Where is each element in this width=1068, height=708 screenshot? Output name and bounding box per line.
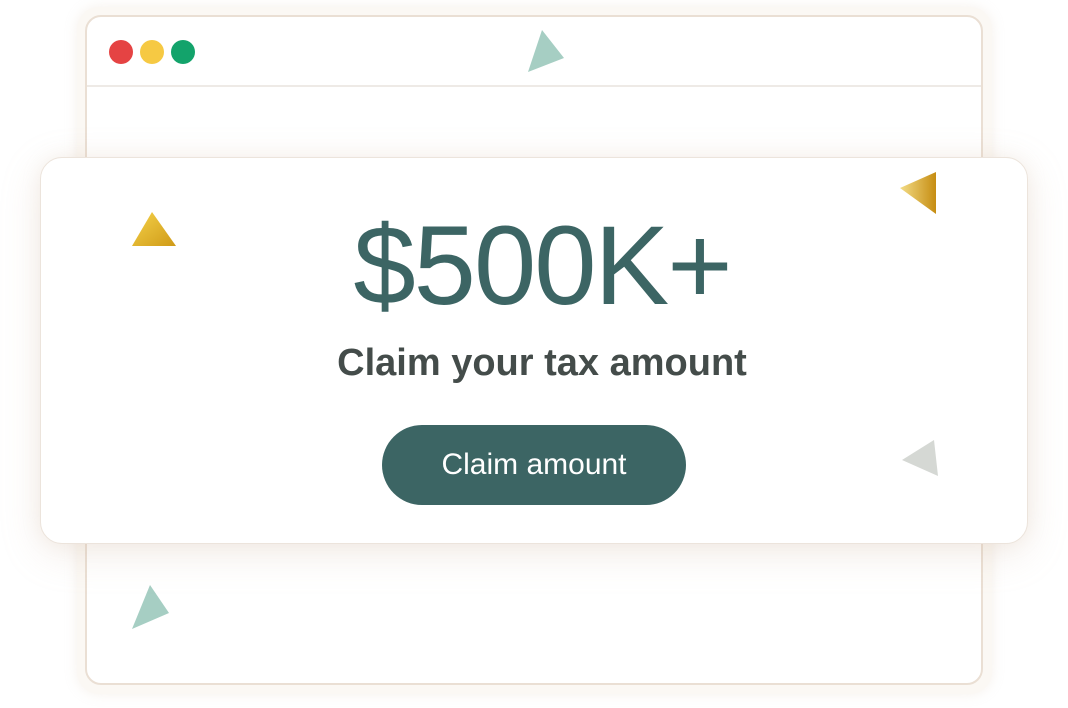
claim-amount-button[interactable]: Claim amount [382, 425, 686, 505]
close-window-dot[interactable] [109, 40, 133, 64]
mint-triangle-icon [132, 585, 169, 629]
minimize-window-dot[interactable] [140, 40, 164, 64]
claim-amount-value: $500K+ [353, 203, 732, 328]
mint-triangle-icon [528, 30, 564, 72]
promo-illustration: $500K+ Claim your tax amount Claim amoun… [0, 0, 1068, 708]
grey-triangle-icon [902, 440, 938, 476]
maximize-window-dot[interactable] [171, 40, 195, 64]
claim-subtitle: Claim your tax amount [337, 342, 747, 384]
